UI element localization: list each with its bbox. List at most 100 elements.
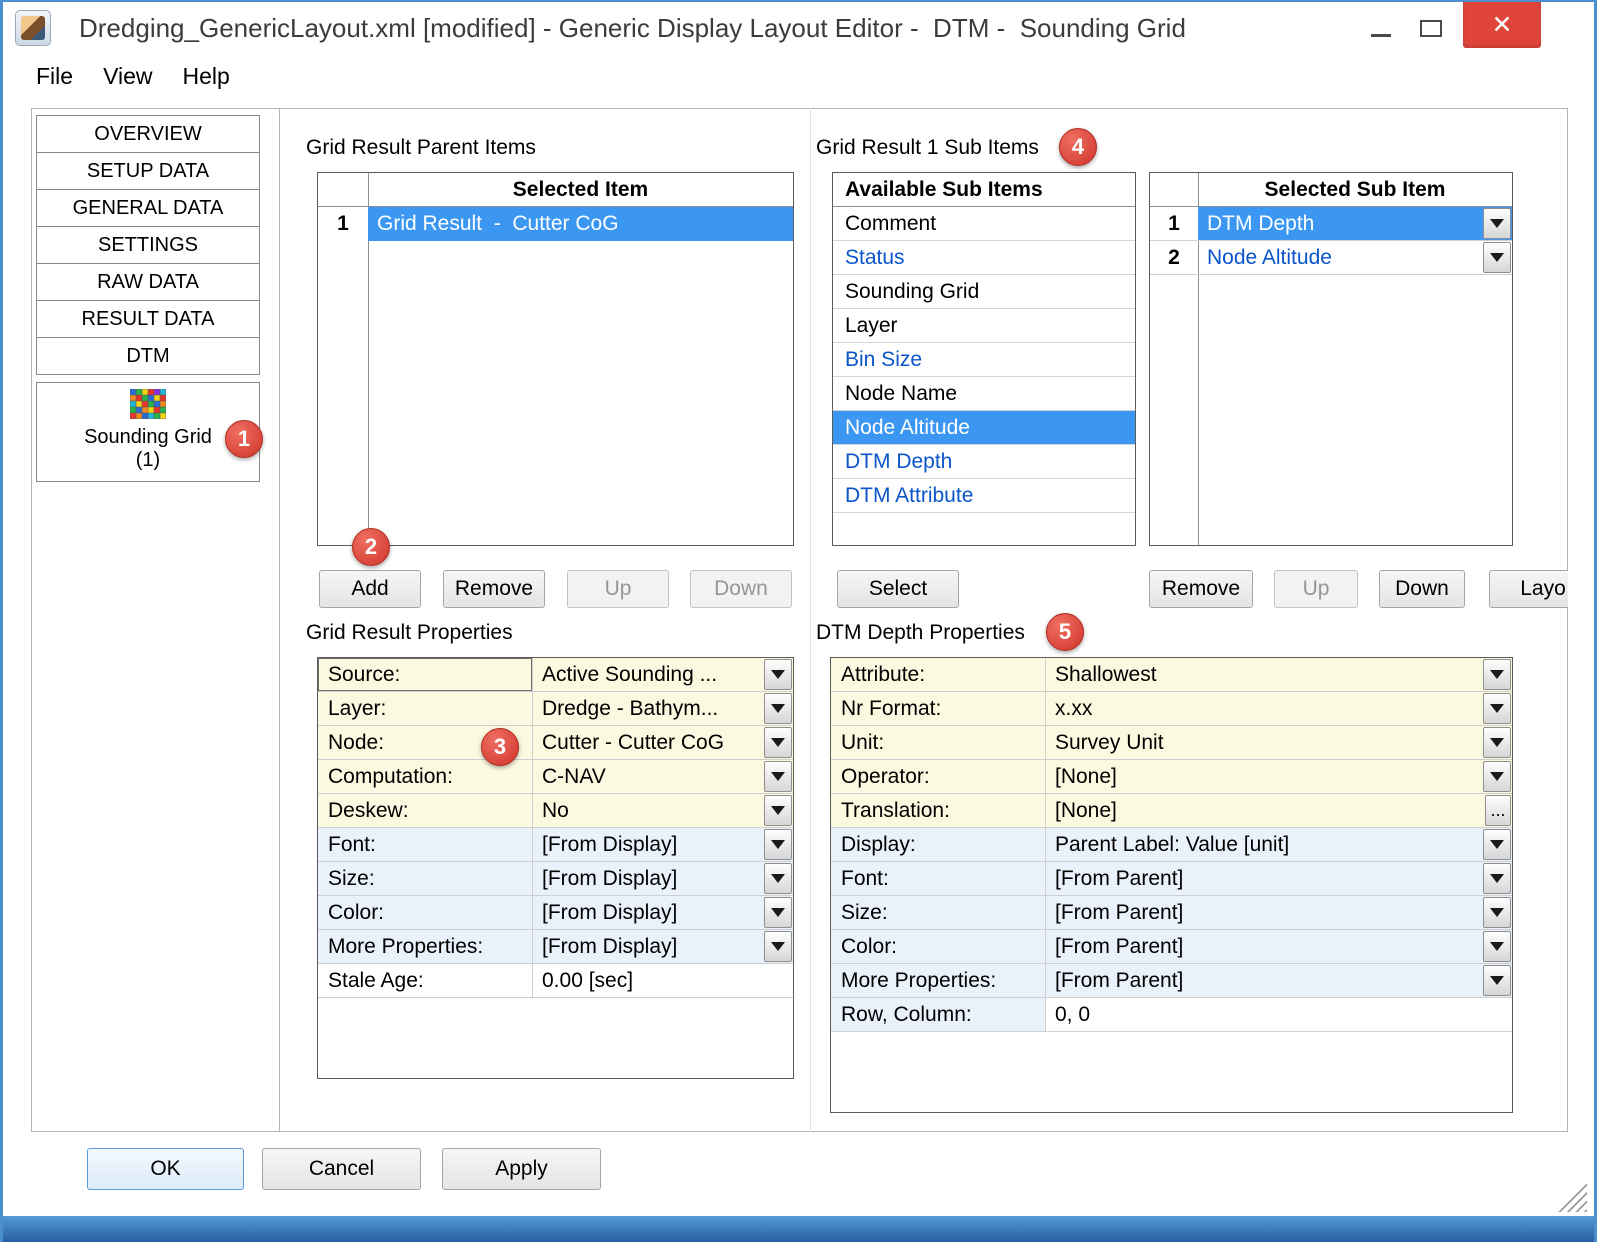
property-value-combo[interactable]: [None]	[1046, 760, 1512, 793]
property-value-combo[interactable]: [From Display]	[533, 862, 793, 895]
list-item-status[interactable]: Status	[833, 241, 1135, 275]
dropdown-arrow-icon[interactable]	[1483, 693, 1511, 724]
cancel-button[interactable]: Cancel	[262, 1148, 421, 1190]
property-value-combo[interactable]: [From Parent]	[1046, 896, 1512, 929]
property-value-combo[interactable]: No	[533, 794, 793, 827]
list-item-sounding-grid[interactable]: Sounding Grid	[833, 275, 1135, 309]
list-item-dtm-attribute[interactable]: DTM Attribute	[833, 479, 1135, 513]
close-button[interactable]: ✕	[1463, 2, 1541, 48]
sidebar-item-general-data[interactable]: GENERAL DATA	[36, 189, 260, 227]
property-value-combo[interactable]: [From Display]	[533, 828, 793, 861]
remove-button[interactable]: Remove	[443, 570, 545, 608]
dropdown-arrow-icon[interactable]	[764, 829, 792, 860]
menu-bar: File View Help	[3, 54, 1594, 98]
property-row-font: Font: [From Display]	[318, 828, 793, 862]
property-value-field[interactable]: [None]...	[1046, 794, 1512, 827]
dropdown-arrow-icon[interactable]	[764, 863, 792, 894]
header-label-cell: Selected Sub Item	[1198, 173, 1512, 206]
select-button[interactable]: Select	[837, 570, 959, 608]
dropdown-arrow-icon[interactable]	[764, 761, 792, 792]
sidebar-item-setup-data[interactable]: SETUP DATA	[36, 152, 260, 190]
down-button[interactable]: Down	[690, 570, 792, 608]
dropdown-arrow-icon[interactable]	[1483, 659, 1511, 690]
dropdown-arrow-icon[interactable]	[1483, 931, 1511, 962]
property-value-field[interactable]: 0.00 [sec]	[533, 964, 793, 997]
menu-help[interactable]: Help	[168, 55, 245, 97]
property-value-combo[interactable]: C-NAV	[533, 760, 793, 793]
panel-divider	[810, 108, 811, 1132]
sidebar-item-settings[interactable]: SETTINGS	[36, 226, 260, 264]
list-item-layer[interactable]: Layer	[833, 309, 1135, 343]
dropdown-arrow-icon[interactable]	[1483, 242, 1511, 273]
window-bottom-border	[3, 1216, 1594, 1242]
table-row[interactable]: 2 Node Altitude	[1150, 241, 1512, 275]
up-button[interactable]: Up	[567, 570, 669, 608]
minimize-button[interactable]	[1359, 8, 1403, 48]
property-label: Font:	[318, 828, 533, 861]
property-value-combo[interactable]: Cutter - Cutter CoG	[533, 726, 793, 759]
sidebar-item-result-data[interactable]: RESULT DATA	[36, 300, 260, 338]
row-value: Grid Result - Cutter CoG	[368, 207, 793, 241]
menu-file[interactable]: File	[21, 55, 88, 97]
row-value-combo[interactable]: DTM Depth	[1198, 207, 1512, 240]
list-item-node-altitude[interactable]: Node Altitude	[833, 411, 1135, 445]
dropdown-arrow-icon[interactable]	[1483, 829, 1511, 860]
property-value-combo[interactable]: Parent Label: Value [unit]	[1046, 828, 1512, 861]
property-row-size: Size: [From Display]	[318, 862, 793, 896]
dropdown-arrow-icon[interactable]	[764, 693, 792, 724]
property-row-operator: Operator: [None]	[831, 760, 1512, 794]
dropdown-arrow-icon[interactable]	[1483, 897, 1511, 928]
property-value-combo[interactable]: x.xx	[1046, 692, 1512, 725]
maximize-button[interactable]	[1409, 8, 1453, 48]
add-button[interactable]: Add	[319, 570, 421, 608]
dropdown-arrow-icon[interactable]	[1483, 727, 1511, 758]
ok-button[interactable]: OK	[87, 1148, 244, 1190]
property-value-combo[interactable]: [From Parent]	[1046, 964, 1512, 997]
dropdown-arrow-icon[interactable]	[764, 659, 792, 690]
dropdown-arrow-icon[interactable]	[764, 897, 792, 928]
property-value-combo[interactable]: Dredge - Bathym...	[533, 692, 793, 725]
sub-up-button[interactable]: Up	[1274, 570, 1358, 608]
maximize-icon	[1420, 20, 1442, 37]
table-row[interactable]: 1 DTM Depth	[1150, 207, 1512, 241]
header-num-cell	[1150, 173, 1198, 206]
property-value-combo[interactable]: Survey Unit	[1046, 726, 1512, 759]
property-value-combo[interactable]: [From Display]	[533, 896, 793, 929]
resize-grip[interactable]	[1557, 1182, 1587, 1212]
sub-down-button[interactable]: Down	[1379, 570, 1465, 608]
row-value-combo[interactable]: Node Altitude	[1198, 241, 1512, 274]
selected-sub-items-table: Selected Sub Item 1 DTM Depth 2 Node Alt…	[1149, 172, 1513, 546]
property-label: More Properties:	[831, 964, 1046, 997]
dropdown-arrow-icon[interactable]	[764, 727, 792, 758]
property-value-combo[interactable]: Shallowest	[1046, 658, 1512, 691]
dropdown-arrow-icon[interactable]	[1483, 965, 1511, 996]
dropdown-arrow-icon[interactable]	[764, 795, 792, 826]
property-row-color: Color: [From Display]	[318, 896, 793, 930]
dropdown-arrow-icon[interactable]	[1483, 208, 1511, 239]
list-item-dtm-depth[interactable]: DTM Depth	[833, 445, 1135, 479]
dropdown-arrow-icon[interactable]	[764, 931, 792, 962]
table-row[interactable]: 1 Grid Result - Cutter CoG	[318, 207, 793, 241]
property-row-row-column: Row, Column: 0, 0	[831, 998, 1512, 1032]
list-item-comment[interactable]: Comment	[833, 207, 1135, 241]
ellipsis-button[interactable]: ...	[1485, 795, 1511, 826]
dropdown-arrow-icon[interactable]	[1483, 863, 1511, 894]
header-num-cell	[318, 173, 368, 206]
property-value-combo[interactable]: Active Sounding ...	[533, 658, 793, 691]
sidebar-item-raw-data[interactable]: RAW DATA	[36, 263, 260, 301]
sidebar-item-overview[interactable]: OVERVIEW	[36, 115, 260, 153]
menu-view[interactable]: View	[88, 55, 167, 97]
layout-button[interactable]: Layo	[1489, 570, 1568, 608]
sidebar-item-dtm[interactable]: DTM	[36, 337, 260, 375]
property-label: Display:	[831, 828, 1046, 861]
sub-remove-button[interactable]: Remove	[1149, 570, 1253, 608]
list-item-bin-size[interactable]: Bin Size	[833, 343, 1135, 377]
table-header-row: Selected Sub Item	[1150, 173, 1512, 207]
property-value-combo[interactable]: [From Parent]	[1046, 930, 1512, 963]
property-value-combo[interactable]: [From Display]	[533, 930, 793, 963]
property-value-field[interactable]: 0, 0	[1046, 998, 1512, 1031]
apply-button[interactable]: Apply	[442, 1148, 601, 1190]
dropdown-arrow-icon[interactable]	[1483, 761, 1511, 792]
list-item-node-name[interactable]: Node Name	[833, 377, 1135, 411]
property-value-combo[interactable]: [From Parent]	[1046, 862, 1512, 895]
